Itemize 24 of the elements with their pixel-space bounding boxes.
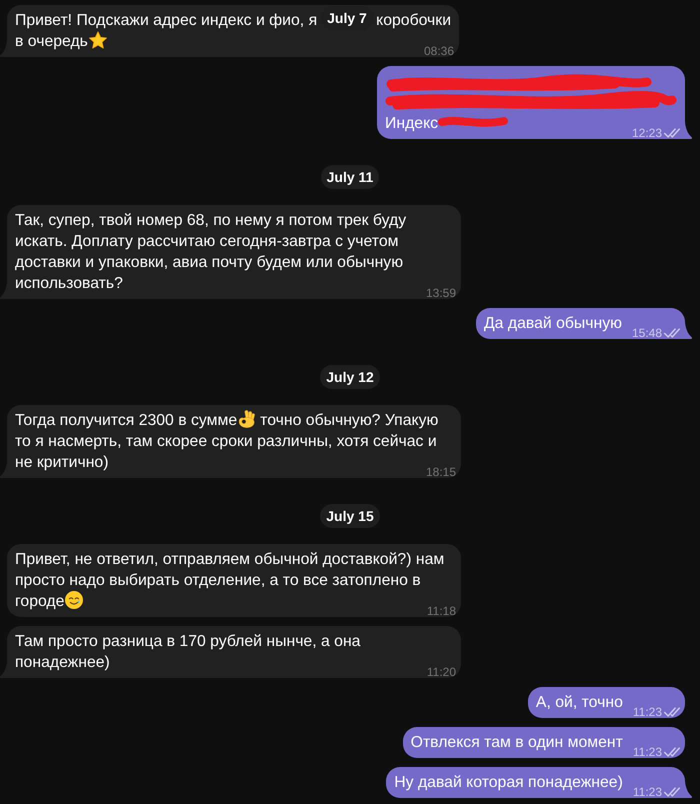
message-text: Индекс <box>385 115 438 132</box>
date-separator: July 12 <box>320 365 380 389</box>
message-time: 11:23 <box>632 746 662 758</box>
message-time: 08:36 <box>424 45 454 57</box>
message-text: Так, супер, твой номер 68, по нему я потом трек буду искать. Доплату рассчитаю сегодня-завтра с учетом доставки и упаковки, авиа почту будем или обычную использовать? <box>15 212 406 292</box>
message-text: А, ой, точно <box>536 694 623 711</box>
message-time: 11:23 <box>632 706 662 718</box>
message-time: 15:48 <box>632 327 662 339</box>
message-text: в очередь <box>15 33 111 50</box>
date-separator: July 11 <box>320 165 380 189</box>
smiling-face-with-tear-icon <box>65 591 84 609</box>
ok-hand-icon <box>238 410 256 428</box>
message-text: Там просто разница в 170 рублей нынче, а она понадежнее) <box>15 633 360 671</box>
message-time: 11:20 <box>426 666 456 678</box>
message-time: 12:23 <box>632 127 662 139</box>
message-text: коробочки <box>376 12 452 29</box>
message-time: 13:59 <box>426 287 456 299</box>
message-text: Ну давай которая понадежнее) <box>394 774 623 791</box>
message-text: Отвлекся там в один момент <box>410 734 623 751</box>
star-icon <box>88 31 107 49</box>
message-text: Да давай обычную <box>484 315 622 332</box>
message-text: Привет! Подскажи адрес индекс и фио, я <box>15 12 318 29</box>
message-time: 11:23 <box>632 786 662 798</box>
date-separator: July 15 <box>320 504 380 528</box>
